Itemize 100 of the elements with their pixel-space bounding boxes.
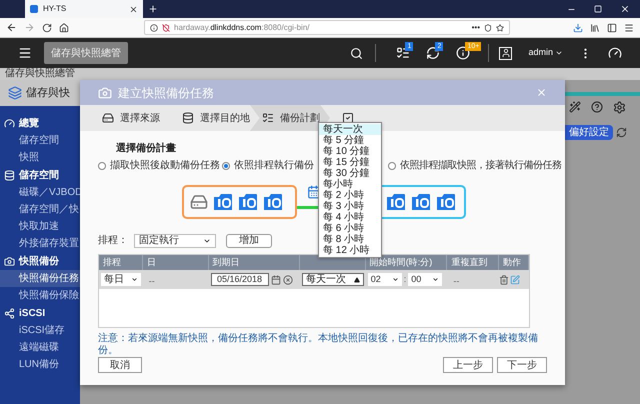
menu-icon[interactable] (624, 22, 634, 32)
library-icon[interactable] (590, 22, 600, 32)
close-icon[interactable] (129, 4, 138, 14)
dropdown-option[interactable]: 每天一次 (319, 124, 381, 135)
download-icon[interactable] (573, 22, 583, 32)
caret-icon (392, 276, 399, 283)
sidebar-item[interactable]: LUN備份 (0, 356, 80, 373)
frequency-select[interactable]: 每天一次 (302, 273, 364, 286)
next-button[interactable]: 下一步 (497, 357, 547, 373)
radio-button[interactable] (388, 162, 396, 170)
refresh-icon[interactable] (616, 126, 627, 138)
sidebar-item[interactable]: 快照備份任務 (0, 270, 80, 287)
sidebar-item[interactable]: 遠端磁碟 (0, 339, 80, 356)
dropdown-option[interactable]: 每 3 小時 (319, 201, 381, 212)
note-text: 注意：若來源端無新快照，備份任務將不會執行。本地快照回復後，已存在的快照將不會再被複製備份。 (98, 333, 538, 357)
date-field[interactable]: 05/16/2018 (210, 273, 269, 286)
dashboard-icon[interactable] (608, 46, 622, 60)
minute-select[interactable]: 00 (408, 273, 442, 286)
site-icon (30, 5, 38, 13)
sidebar-item[interactable]: 快照備份保險 (0, 287, 80, 304)
menu-icon[interactable] (18, 46, 32, 60)
radio-button[interactable] (222, 162, 230, 170)
info-icon (150, 24, 158, 32)
browser-tab[interactable]: HY-TS (25, 0, 143, 18)
settings-icon[interactable] (613, 100, 626, 114)
sidebar-icon[interactable] (607, 22, 617, 32)
radio-label: 擷取快照後啟動備份任務 (110, 158, 220, 173)
user-avatar[interactable] (499, 46, 512, 60)
snapshot-icon (386, 193, 406, 211)
column-header: 排程 (103, 256, 121, 269)
sidebar-item[interactable]: iSCSI儲存 (0, 322, 80, 339)
column-header: 重複直到 (451, 256, 488, 269)
search-icon[interactable] (350, 46, 364, 60)
address-field[interactable]: hardaway.dlinkddns.com:8080/cgi-bin/ ••• (144, 20, 510, 35)
dialog-title: 建立快照備份任務 (118, 84, 214, 102)
page-actions-button[interactable]: ••• (472, 24, 480, 32)
breadcrumb-text: 儲存與快照總管 (5, 68, 75, 80)
caret-icon (555, 49, 563, 57)
sidebar-group[interactable]: 儲存空間 (0, 166, 80, 184)
help-icon[interactable] (591, 101, 603, 113)
user-menu[interactable]: admin (528, 46, 563, 60)
dropdown-option[interactable]: 每小時 (319, 179, 381, 190)
radio-button[interactable] (98, 162, 106, 170)
sidebar-item[interactable]: 外接儲存裝置 (0, 235, 80, 252)
bookmark-star-icon[interactable] (496, 24, 504, 32)
network-icon (4, 308, 15, 318)
preferences-button[interactable]: 偏好設定 (565, 124, 613, 140)
table-cell: -- (148, 276, 155, 286)
maximize-icon[interactable] (594, 5, 602, 13)
schedule-type-select[interactable]: 每日 (101, 273, 141, 286)
column-header: 日 (146, 256, 156, 269)
drive-icon (190, 193, 208, 211)
hour-select[interactable]: 02 (368, 273, 402, 286)
trash-icon[interactable] (499, 274, 510, 284)
shield-icon[interactable] (484, 24, 492, 32)
database-icon (182, 112, 194, 124)
wizard-step: 選擇目的地 (170, 105, 250, 131)
camera-icon (4, 256, 15, 266)
reload-icon[interactable] (42, 22, 52, 32)
home-icon[interactable] (59, 22, 69, 32)
back-button[interactable]: 上一步 (443, 357, 493, 373)
dropdown-option[interactable]: 每 5 分鐘 (319, 135, 381, 146)
dropdown-option[interactable]: 每 12 小時 (319, 245, 381, 256)
dropdown-option[interactable]: 每 4 小時 (319, 212, 381, 223)
add-button[interactable]: 增加 (226, 234, 272, 248)
snapshot-icon (98, 86, 112, 100)
back-icon[interactable] (6, 22, 17, 33)
schedule-select[interactable]: 固定執行 (134, 234, 216, 248)
dropdown-option[interactable]: 每 8 小時 (319, 234, 381, 245)
clear-icon[interactable] (282, 274, 293, 284)
close-icon[interactable] (620, 4, 630, 14)
sidebar-group[interactable]: iSCSI (0, 304, 80, 322)
sidebar-title: 儲存與快 (26, 86, 70, 101)
sidebar-item[interactable]: 儲存空間 (0, 132, 80, 149)
wizard-step: 選擇來源 (90, 105, 170, 131)
dropdown-option[interactable]: 每 2 小時 (319, 190, 381, 201)
sidebar-item[interactable]: 快取加速 (0, 218, 80, 235)
radio-label: 依照排程執行備份 (234, 158, 314, 173)
sidebar-item[interactable]: 儲存空間／快 (0, 201, 80, 218)
dropdown-option[interactable]: 每 30 分鐘 (319, 168, 381, 179)
dropdown-option[interactable]: 每 15 分鐘 (319, 157, 381, 168)
dropdown-option[interactable]: 每 10 分鐘 (319, 146, 381, 157)
table-cell: -- (453, 276, 460, 286)
cancel-button[interactable]: 取消 (98, 357, 142, 373)
tasks-icon[interactable] (396, 46, 410, 60)
caret-icon (130, 276, 138, 283)
caret-up-icon (354, 276, 360, 282)
new-tab-icon[interactable] (148, 4, 158, 14)
wand-icon[interactable] (569, 101, 581, 113)
sidebar-group[interactable]: 快照備份 (0, 252, 80, 270)
snapshot-icon (263, 193, 283, 211)
sidebar-item[interactable]: 快照 (0, 149, 80, 166)
sync-icon[interactable] (426, 46, 440, 60)
snapshot-icon (238, 193, 258, 211)
column-header: 開始時間(時:分) (370, 256, 432, 269)
app-tab-title: 儲存與快照總管 (51, 46, 121, 60)
calendar-icon[interactable] (270, 274, 281, 284)
insecure-icon (162, 24, 170, 32)
dropdown-option[interactable]: 每 6 小時 (319, 223, 381, 234)
sidebar-group[interactable]: 總覽 (0, 114, 80, 132)
